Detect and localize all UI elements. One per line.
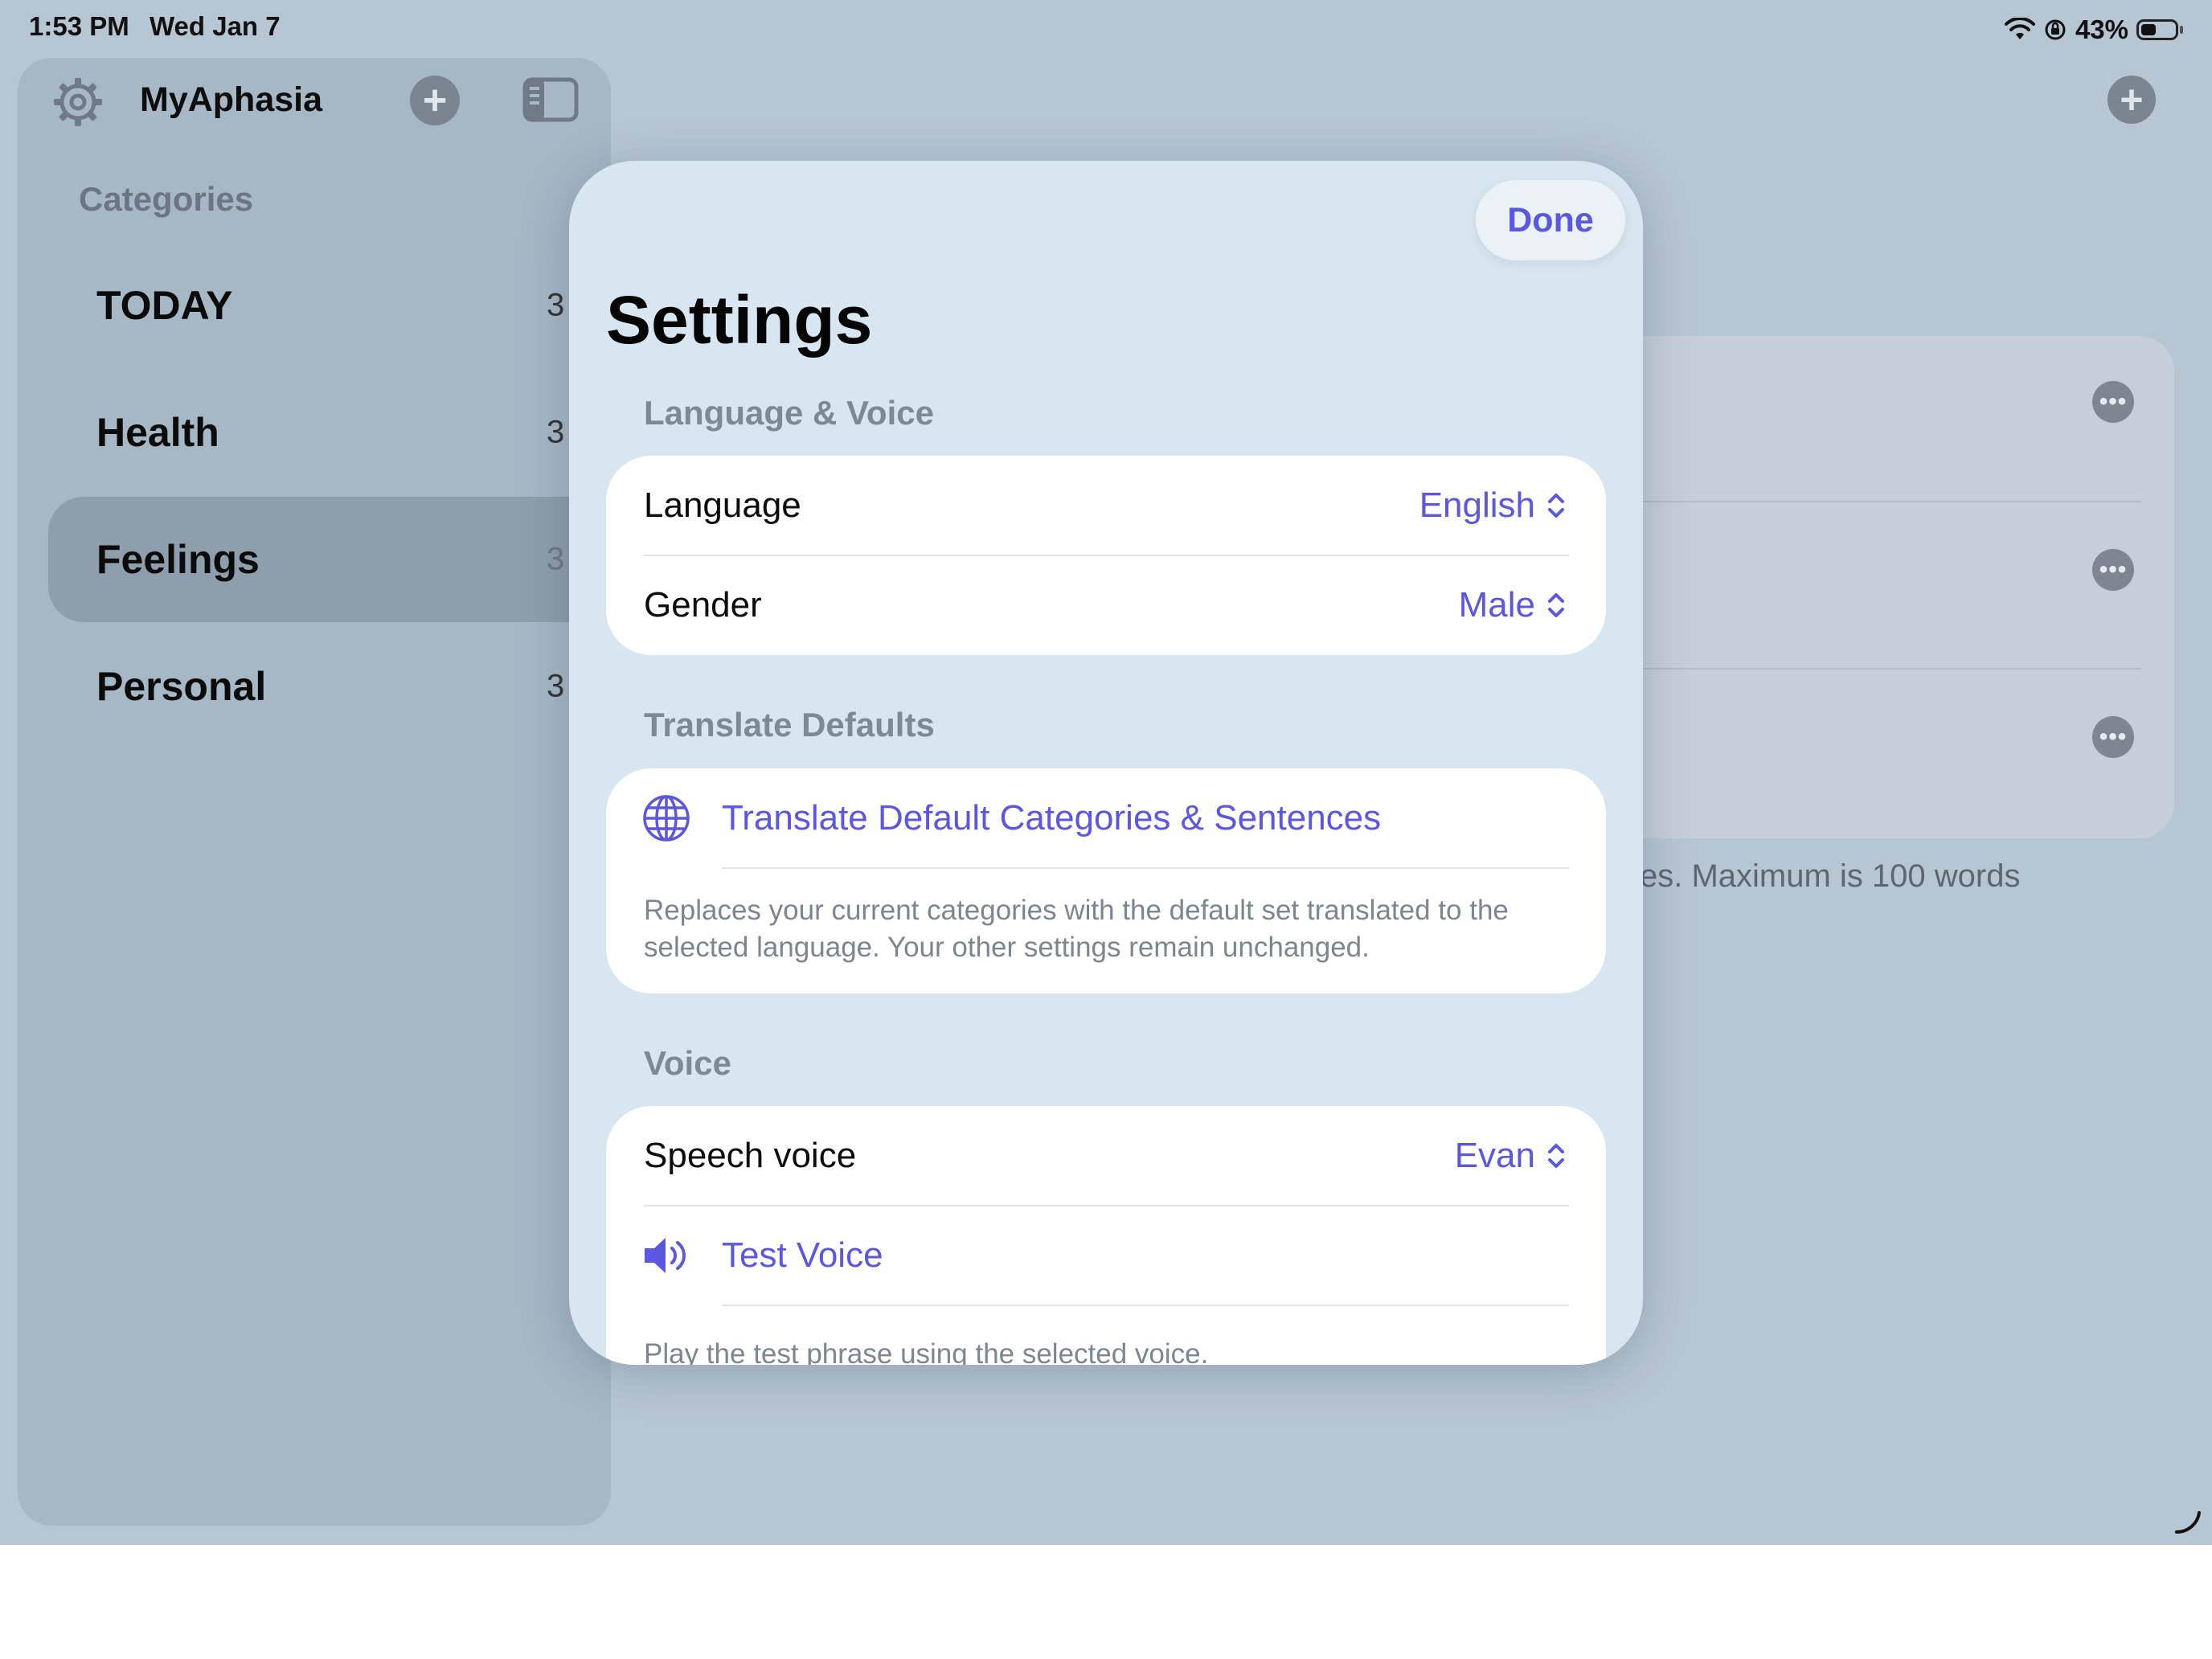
translate-defaults-group: Translate Default Categories & Sentences… [606,768,1606,993]
section-header-voice: Voice [644,1044,731,1082]
chevron-up-down-icon [1548,1144,1564,1168]
sidebar-item-health[interactable]: Health 3 [48,370,611,495]
page-title: Settings [606,282,873,358]
language-row[interactable]: Language English [606,456,1606,555]
app-title: MyAphasia [140,80,323,119]
battery-icon [2136,19,2178,40]
voice-group: Speech voice Evan Test Voice Play the te… [606,1106,1606,1365]
chevron-up-down-icon [1548,494,1564,518]
speech-voice-picker[interactable]: Evan [1455,1136,1567,1176]
globe-icon [643,795,690,842]
status-date: Wed Jan 7 [150,11,281,41]
status-indicators: 43% [2004,11,2183,48]
test-voice-button[interactable]: Test Voice [722,1235,883,1276]
category-name: Personal [96,664,267,709]
gender-value: Male [1458,585,1535,625]
wifi-icon [2004,18,2035,39]
done-button[interactable]: Done [1476,180,1625,260]
category-name: Health [96,410,219,455]
category-count: 3 [547,287,565,323]
orientation-lock-icon [2045,19,2066,40]
gear-icon[interactable] [50,74,106,130]
test-voice-footnote: Play the test phrase using the selected … [644,1338,1209,1365]
sidebar-toggle-icon[interactable] [522,77,579,122]
speech-voice-row[interactable]: Speech voice Evan [606,1106,1606,1206]
categories-label: Categories [79,180,254,218]
row-separator [722,867,1569,869]
list-footer-text: es. Maximum is 100 words [1640,858,2021,894]
category-count: 3 [547,414,565,450]
category-name: Feelings [96,537,260,582]
battery-percent: 43% [2075,14,2128,44]
section-header-language-voice: Language & Voice [644,394,934,432]
app-screen: 1:53 PM Wed Jan 7 43% MyAphasia + Catego… [0,0,2212,1545]
section-header-translate-defaults: Translate Defaults [644,706,935,743]
chevron-up-down-icon [1548,593,1564,617]
add-category-button[interactable]: + [410,76,460,125]
more-options-icon[interactable]: ••• [2092,549,2134,591]
gender-row[interactable]: Gender Male [606,555,1606,655]
gender-picker[interactable]: Male [1459,585,1567,625]
test-voice-row[interactable]: Test Voice [606,1206,1606,1305]
settings-sheet: Done Settings Language & Voice Language … [569,161,1643,1365]
language-picker[interactable]: English [1419,485,1567,526]
battery-nub [2180,26,2183,34]
speech-voice-value: Evan [1454,1136,1535,1175]
translate-defaults-button[interactable]: Translate Default Categories & Sentences [722,798,1381,838]
speech-voice-label: Speech voice [644,1136,857,1175]
more-options-icon[interactable]: ••• [2092,381,2134,423]
speaker-icon [645,1238,686,1273]
sidebar-item-today[interactable]: TODAY 3 [48,243,611,368]
language-label: Language [644,485,801,525]
gender-label: Gender [644,585,762,625]
translate-defaults-row[interactable]: Translate Default Categories & Sentences [606,768,1606,868]
sidebar-item-feelings[interactable]: Feelings 3 [48,497,611,622]
language-value: English [1419,485,1535,525]
translate-defaults-footnote: Replaces your current categories with th… [644,895,1509,963]
category-count: 3 [547,668,565,704]
category-name: TODAY [96,283,233,328]
status-time: 1:53 PM [29,11,129,41]
category-count: 3 [547,541,565,577]
sidebar-item-personal[interactable]: Personal 3 [48,624,611,749]
more-options-icon[interactable]: ••• [2092,716,2134,758]
list-divider [1591,668,2142,670]
list-divider [1591,501,2142,502]
add-sentence-button[interactable]: + [2108,76,2156,124]
language-voice-group: Language English Gender Male [606,456,1606,655]
sidebar: MyAphasia + Categories TODAY 3 Health 3 … [18,58,611,1526]
row-separator [722,1305,1569,1306]
resize-handle-icon[interactable] [2172,1505,2204,1537]
